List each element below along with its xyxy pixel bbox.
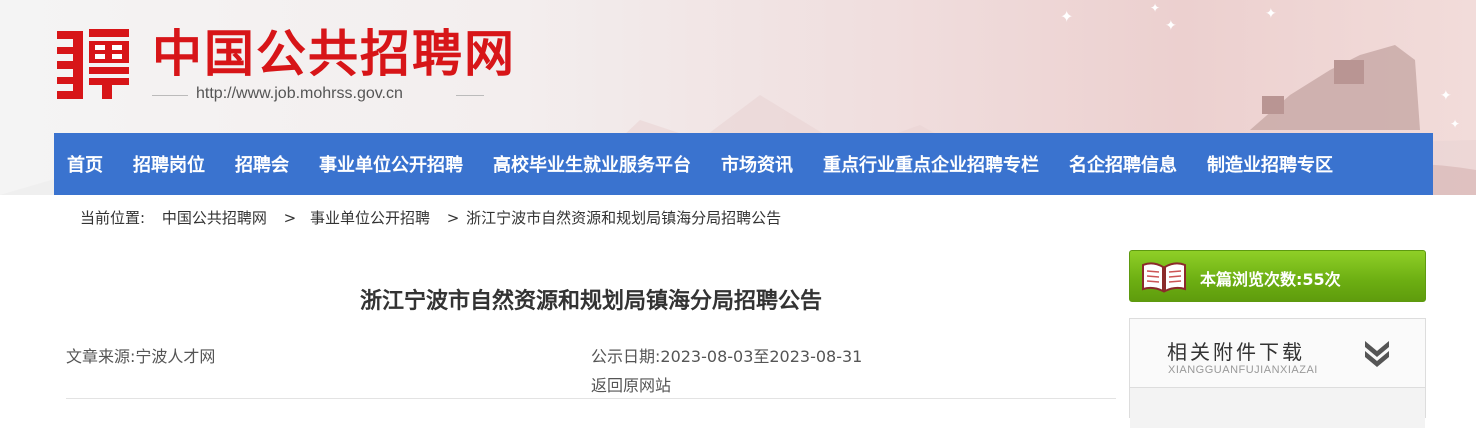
svg-text:✦: ✦ — [1440, 88, 1452, 104]
attachments-subtitle: XIANGGUANFUJIANXIAZAI — [1168, 364, 1318, 376]
divider — [456, 95, 484, 96]
svg-text:✦: ✦ — [1060, 7, 1073, 26]
site-logo-icon[interactable] — [57, 27, 131, 101]
breadcrumb-link-home[interactable]: 中国公共招聘网 — [162, 209, 267, 227]
svg-text:✦: ✦ — [1450, 117, 1460, 131]
svg-text:✦: ✦ — [1165, 18, 1177, 34]
nav-item-jobs[interactable]: 招聘岗位 — [118, 151, 220, 177]
main-nav: 首页 招聘岗位 招聘会 事业单位公开招聘 高校毕业生就业服务平台 市场资讯 重点… — [54, 133, 1433, 195]
article-source: 文章来源:宁波人才网 — [66, 347, 216, 366]
nav-item-key-industries[interactable]: 重点行业重点企业招聘专栏 — [808, 151, 1054, 177]
attachments-title: 相关附件下载 — [1167, 340, 1305, 364]
back-to-source-link[interactable]: 返回原网站 — [591, 372, 671, 396]
svg-text:✦: ✦ — [1265, 6, 1277, 22]
nav-item-market-news[interactable]: 市场资讯 — [706, 151, 808, 177]
double-chevron-down-icon[interactable] — [1363, 339, 1391, 369]
breadcrumb-link-category[interactable]: 事业单位公开招聘 — [310, 209, 430, 227]
svg-text:✦: ✦ — [1150, 1, 1160, 15]
article-title: 浙江宁波市自然资源和规划局镇海分局招聘公告 — [359, 289, 822, 314]
breadcrumb-separator: > — [446, 209, 460, 227]
breadcrumb-label: 当前位置: — [80, 209, 146, 227]
attachments-header[interactable]: 相关附件下载 XIANGGUANFUJIANXIAZAI — [1130, 319, 1425, 388]
attachments-panel: 相关附件下载 XIANGGUANFUJIANXIAZAI — [1129, 318, 1426, 428]
nav-item-manufacturing[interactable]: 制造业招聘专区 — [1192, 151, 1348, 177]
view-count-panel: 本篇浏览次数:55次 — [1129, 250, 1426, 302]
nav-item-famous-companies[interactable]: 名企招聘信息 — [1054, 151, 1192, 177]
nav-item-public-institutions[interactable]: 事业单位公开招聘 — [304, 151, 478, 177]
nav-item-home[interactable]: 首页 — [54, 151, 118, 177]
breadcrumb: 当前位置: 中国公共招聘网 > 事业单位公开招聘 > 浙江宁波市自然资源和规划局… — [80, 207, 787, 228]
breadcrumb-separator: > — [283, 209, 297, 227]
article-date: 公示日期:2023-08-03至2023-08-31 — [591, 347, 863, 366]
book-icon — [1142, 262, 1186, 293]
site-url: http://www.job.mohrss.gov.cn — [196, 85, 403, 102]
view-count-text: 本篇浏览次数:55次 — [1200, 270, 1341, 289]
divider — [152, 95, 188, 96]
nav-item-job-fairs[interactable]: 招聘会 — [220, 151, 304, 177]
nav-item-graduates[interactable]: 高校毕业生就业服务平台 — [478, 151, 706, 177]
attachments-list — [1130, 388, 1425, 428]
site-title[interactable]: 中国公共招聘网 — [152, 24, 516, 84]
breadcrumb-current: 浙江宁波市自然资源和规划局镇海分局招聘公告 — [466, 209, 782, 227]
divider — [66, 398, 1116, 399]
